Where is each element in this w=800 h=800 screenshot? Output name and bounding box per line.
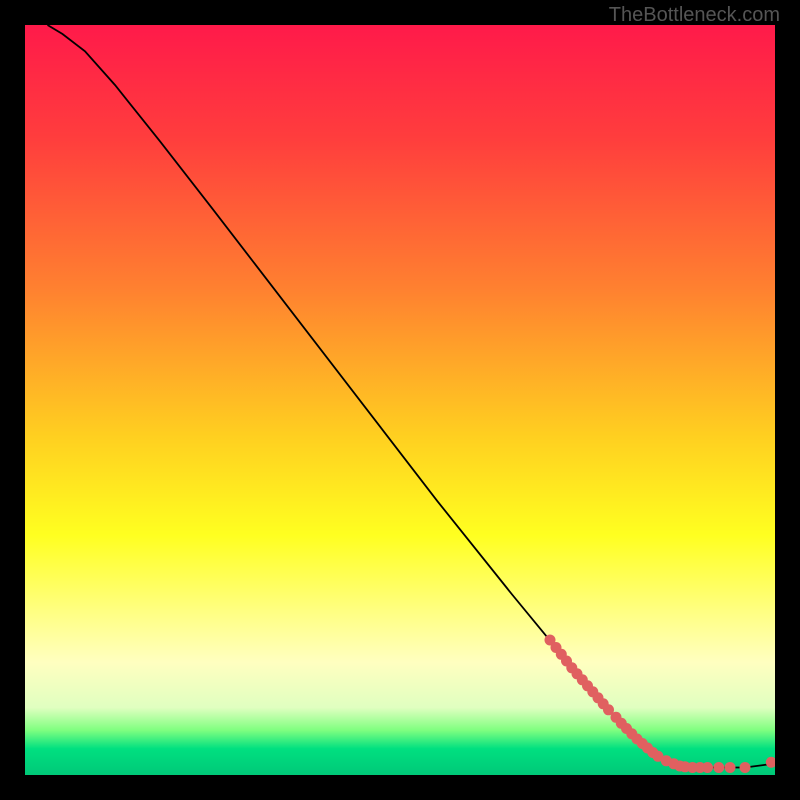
data-marker bbox=[713, 762, 724, 773]
gradient-background bbox=[25, 25, 775, 775]
data-marker bbox=[740, 762, 751, 773]
data-marker bbox=[725, 762, 736, 773]
chart-plot-area bbox=[25, 25, 775, 775]
data-marker bbox=[702, 762, 713, 773]
watermark-text: TheBottleneck.com bbox=[609, 4, 780, 27]
chart-svg bbox=[25, 25, 775, 775]
